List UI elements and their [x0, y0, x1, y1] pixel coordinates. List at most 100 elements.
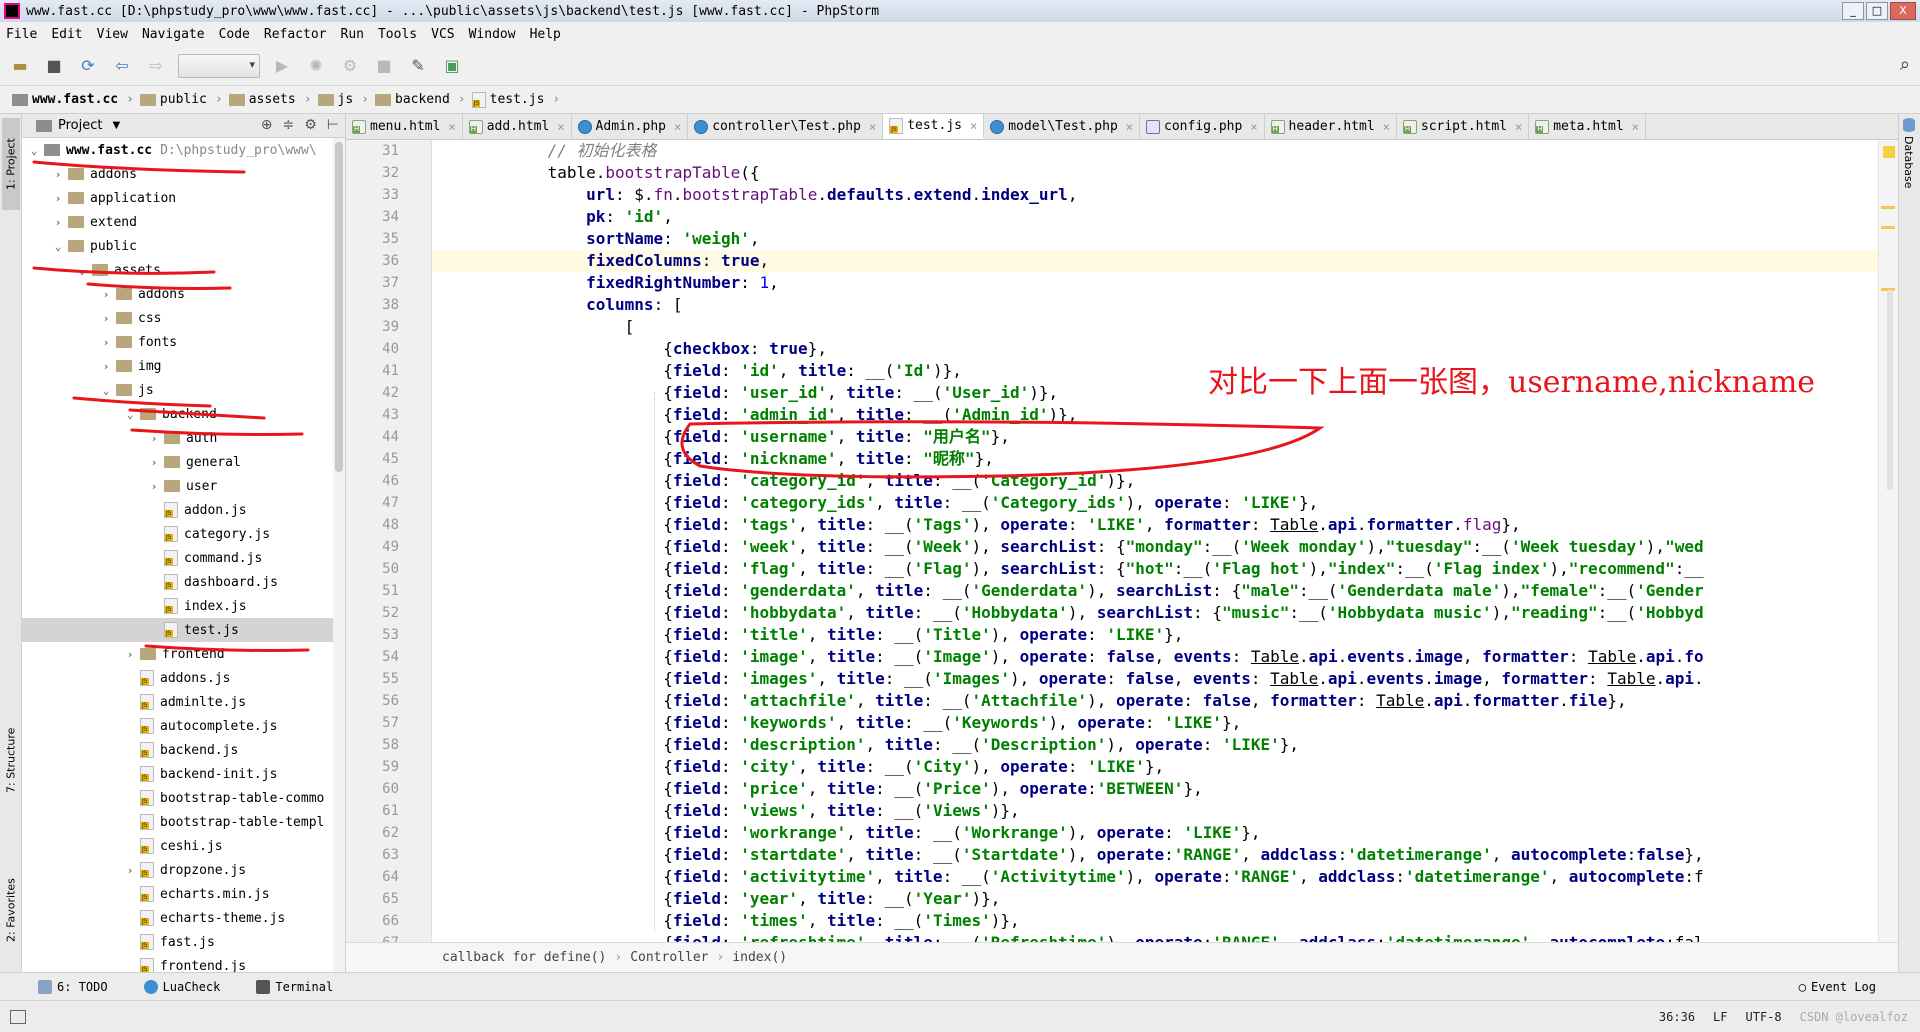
- tree-node[interactable]: › img: [22, 354, 345, 378]
- tree-node[interactable]: echarts.min.js: [22, 882, 345, 906]
- tool-windows-toggle-icon[interactable]: [10, 1009, 26, 1024]
- code-line[interactable]: {field: 'description', title: __('Descri…: [432, 734, 1878, 756]
- tree-node[interactable]: fast.js: [22, 930, 345, 954]
- breadcrumb-test-js[interactable]: test.js›: [471, 91, 560, 108]
- maximize-button[interactable]: □: [1866, 2, 1888, 20]
- menu-help[interactable]: Help: [530, 27, 561, 42]
- close-tab-icon[interactable]: ×: [557, 120, 564, 134]
- tree-node[interactable]: ⌄ public: [22, 234, 345, 258]
- run-configuration-select[interactable]: [178, 53, 260, 78]
- code-line[interactable]: {field: 'tags', title: __('Tags'), opera…: [432, 514, 1878, 536]
- close-tab-icon[interactable]: ×: [1250, 120, 1257, 134]
- code-line[interactable]: {field: 'username', title: "用户名"},: [432, 426, 1878, 448]
- code-line[interactable]: {field: 'genderdata', title: __('Genderd…: [432, 580, 1878, 602]
- chevron-down-icon[interactable]: ▼: [112, 120, 120, 131]
- close-tab-icon[interactable]: ×: [674, 120, 681, 134]
- code-line[interactable]: {field: 'title', title: __('Title'), ope…: [432, 624, 1878, 646]
- line-number-gutter[interactable]: 31 32 33 34 35 36 37 38 39 40 41 42 43 44 45 46 47 48 49 50…: [346, 140, 432, 942]
- breadcrumb-backend[interactable]: backend ›: [375, 92, 466, 107]
- chevron-right-icon[interactable]: ›: [50, 168, 66, 181]
- terminal-tool-tab[interactable]: Terminal: [256, 979, 333, 994]
- chevron-down-icon[interactable]: ⌄: [74, 264, 90, 277]
- code-line[interactable]: {field: 'startdate', title: __('Startdat…: [432, 844, 1878, 866]
- editor-tab[interactable]: script.html ×: [1397, 114, 1530, 139]
- menu-vcs[interactable]: VCS: [431, 27, 454, 42]
- editor-tab[interactable]: header.html ×: [1265, 114, 1397, 139]
- save-all-icon[interactable]: ■: [42, 54, 66, 78]
- inspection-status-icon[interactable]: [1883, 146, 1895, 158]
- menu-code[interactable]: Code: [219, 27, 250, 42]
- tree-node[interactable]: › fonts: [22, 330, 345, 354]
- menu-run[interactable]: Run: [341, 27, 364, 42]
- code-crumb-index[interactable]: index(): [732, 950, 787, 965]
- back-icon[interactable]: ⇦: [110, 54, 134, 78]
- menu-navigate[interactable]: Navigate: [142, 27, 205, 42]
- code-line[interactable]: {field: 'workrange', title: __('Workrang…: [432, 822, 1878, 844]
- editor-tab[interactable]: add.html ×: [463, 114, 572, 139]
- tree-node[interactable]: › css: [22, 306, 345, 330]
- code-line[interactable]: {field: 'hobbydata', title: __('Hobbydat…: [432, 602, 1878, 624]
- tree-node[interactable]: › frontend: [22, 642, 345, 666]
- chevron-right-icon[interactable]: ›: [98, 288, 114, 301]
- code-line[interactable]: pk: 'id',: [432, 206, 1878, 228]
- code-area[interactable]: // 初始化表格 table.bootstrapTable({ url: $.f…: [432, 140, 1878, 942]
- code-line[interactable]: {field: 'category_id', title: __('Catego…: [432, 470, 1878, 492]
- code-line[interactable]: fixedRightNumber: 1,: [432, 272, 1878, 294]
- tree-node[interactable]: index.js: [22, 594, 345, 618]
- chevron-down-icon[interactable]: ⌄: [50, 240, 66, 253]
- tree-node[interactable]: adminlte.js: [22, 690, 345, 714]
- editor-tab[interactable]: controller\Test.php ×: [688, 114, 884, 139]
- open-folder-icon[interactable]: ▬: [8, 54, 32, 78]
- project-tool-tab[interactable]: 1: Project: [2, 118, 20, 210]
- code-line[interactable]: columns: [: [432, 294, 1878, 316]
- chevron-right-icon[interactable]: ›: [122, 864, 138, 877]
- search-everywhere-icon[interactable]: ⌕: [1900, 54, 1910, 75]
- code-line[interactable]: {field: 'nickname', title: "昵称"},: [432, 448, 1878, 470]
- structure-tool-tab[interactable]: 7: Structure: [2, 710, 20, 810]
- tree-node[interactable]: ⌄ js: [22, 378, 345, 402]
- tree-node[interactable]: ⌄ backend: [22, 402, 345, 426]
- coverage-icon[interactable]: ⚙: [338, 54, 362, 78]
- code-crumb-define[interactable]: callback for define(): [442, 950, 606, 965]
- menu-view[interactable]: View: [97, 27, 128, 42]
- code-crumb-controller[interactable]: Controller: [630, 950, 708, 965]
- code-editor[interactable]: 31 32 33 34 35 36 37 38 39 40 41 42 43 44 45 46 47 48 49 50…: [346, 140, 1898, 942]
- editor-tab[interactable]: Admin.php ×: [572, 114, 689, 139]
- editor-scroll-thumb[interactable]: [1887, 290, 1893, 490]
- editor-tab[interactable]: config.php ×: [1140, 114, 1265, 139]
- tree-node[interactable]: › extend: [22, 210, 345, 234]
- menu-file[interactable]: File: [6, 27, 37, 42]
- tree-node[interactable]: › addons: [22, 282, 345, 306]
- breadcrumb-js[interactable]: js ›: [317, 92, 369, 107]
- tree-node[interactable]: ceshi.js: [22, 834, 345, 858]
- tree-node[interactable]: autocomplete.js: [22, 714, 345, 738]
- todo-tool-tab[interactable]: 6: TODO: [38, 979, 108, 994]
- close-tab-icon[interactable]: ×: [970, 119, 977, 133]
- code-line[interactable]: {field: 'admin_id', title: __('Admin_id'…: [432, 404, 1878, 426]
- menu-window[interactable]: Window: [469, 27, 516, 42]
- tree-node[interactable]: ⌄ assets: [22, 258, 345, 282]
- line-separator[interactable]: LF: [1713, 1010, 1727, 1024]
- tree-node[interactable]: › application: [22, 186, 345, 210]
- sdk-manager-icon[interactable]: ▣: [440, 54, 464, 78]
- caret-position[interactable]: 36:36: [1659, 1010, 1695, 1024]
- code-line[interactable]: url: $.fn.bootstrapTable.defaults.extend…: [432, 184, 1878, 206]
- tree-node[interactable]: echarts-theme.js: [22, 906, 345, 930]
- event-log-tool-tab[interactable]: ◯ Event Log: [1799, 980, 1876, 994]
- close-tab-icon[interactable]: ×: [1126, 120, 1133, 134]
- tree-node[interactable]: command.js: [22, 546, 345, 570]
- menu-tools[interactable]: Tools: [378, 27, 417, 42]
- code-line[interactable]: {field: 'price', title: __('Price'), ope…: [432, 778, 1878, 800]
- menu-edit[interactable]: Edit: [51, 27, 82, 42]
- forward-icon[interactable]: ⇨: [144, 54, 168, 78]
- project-view-selector[interactable]: Project: [58, 118, 102, 133]
- chevron-right-icon[interactable]: ›: [146, 480, 162, 493]
- chevron-right-icon[interactable]: ›: [98, 336, 114, 349]
- code-line[interactable]: {field: 'attachfile', title: __('Attachf…: [432, 690, 1878, 712]
- settings-wrench-icon[interactable]: ✎: [406, 54, 430, 78]
- code-line[interactable]: {field: 'activitytime', title: __('Activ…: [432, 866, 1878, 888]
- chevron-right-icon[interactable]: ›: [50, 216, 66, 229]
- tree-node[interactable]: frontend.js: [22, 954, 345, 972]
- tree-node[interactable]: › user: [22, 474, 345, 498]
- editor-tab[interactable]: test.js ×: [883, 114, 985, 139]
